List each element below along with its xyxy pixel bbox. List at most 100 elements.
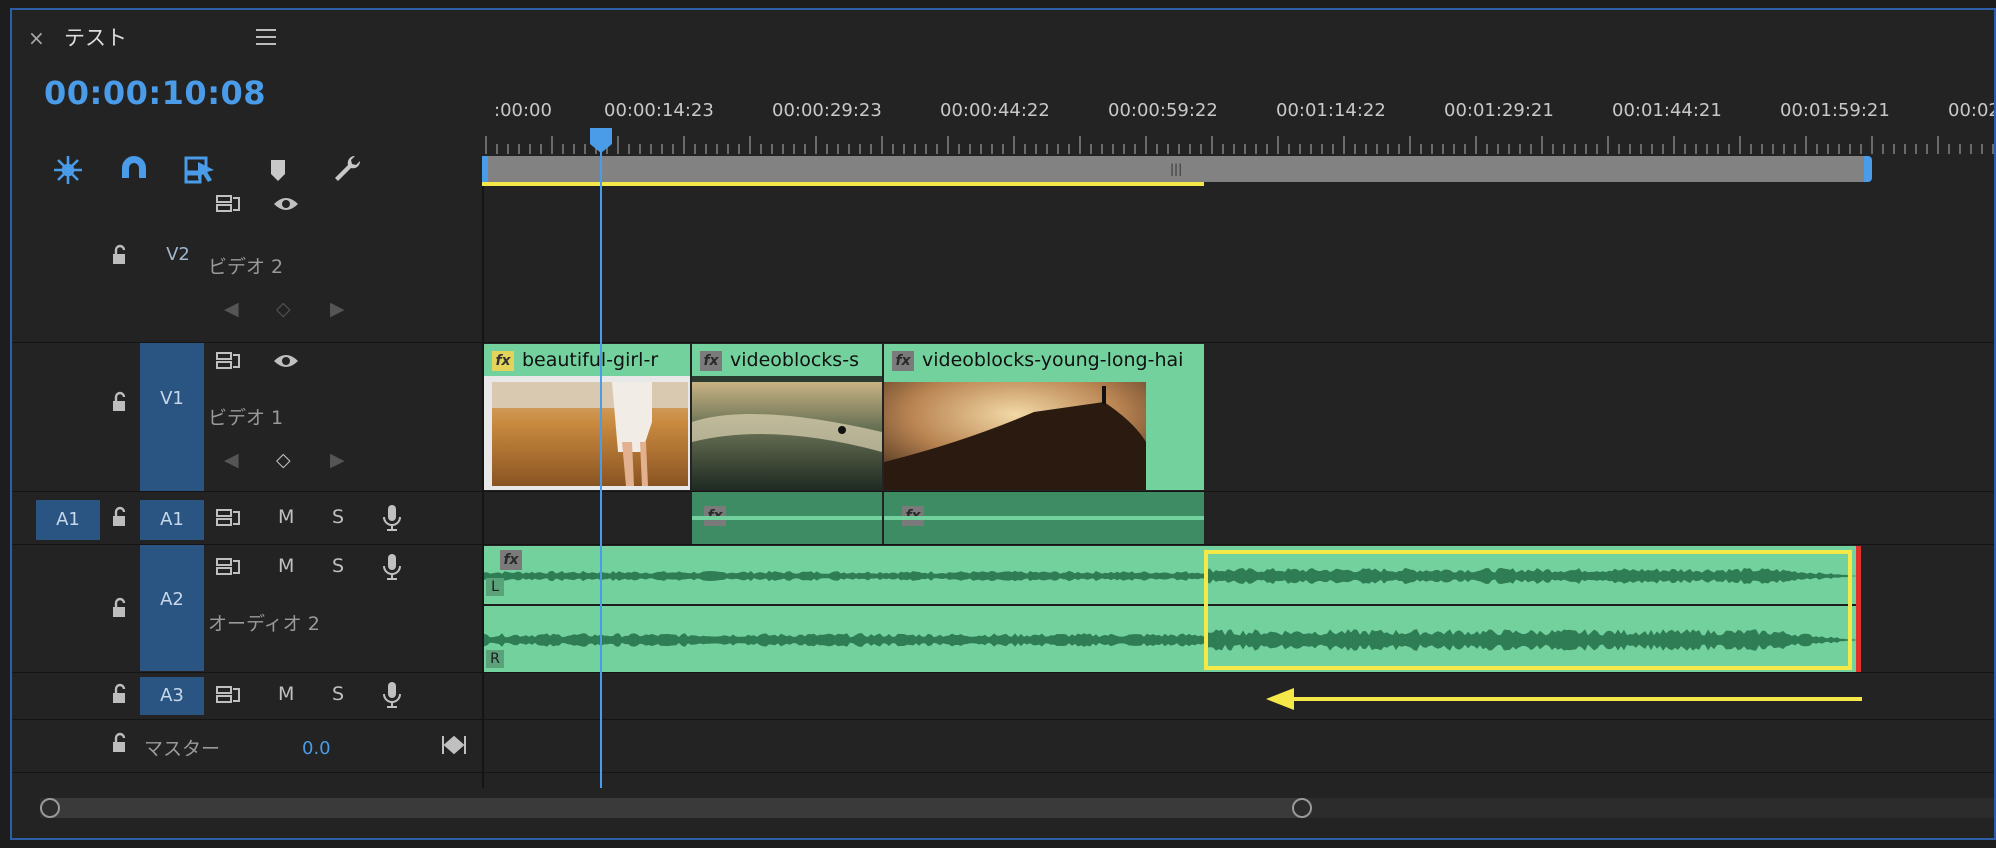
track-name-v2: ビデオ 2 — [208, 256, 284, 278]
lock-track-icon[interactable] — [108, 244, 130, 270]
audio-level-line — [692, 516, 882, 520]
solo-track-button[interactable]: S — [332, 506, 344, 528]
track-target-a1[interactable]: A1 — [140, 500, 204, 540]
ruler-tick-label: :00:00 — [494, 100, 552, 121]
add-marker-icon[interactable] — [260, 152, 296, 188]
clip-header: fx videoblocks-young-long-hai — [884, 344, 1204, 376]
rendered-range-bar — [482, 182, 1204, 186]
master-volume-value[interactable]: 0.0 — [302, 738, 331, 759]
go-to-in-out-icon[interactable] — [442, 734, 466, 760]
work-area-end-handle[interactable] — [1864, 156, 1872, 182]
fx-badge-icon: fx — [500, 550, 522, 570]
voice-over-record-mic-icon[interactable] — [382, 553, 402, 586]
zoom-scroll-thumb[interactable] — [40, 798, 1310, 818]
close-tab-button[interactable]: × — [28, 26, 45, 50]
mute-track-button[interactable]: M — [278, 683, 294, 705]
lock-track-icon[interactable] — [108, 391, 130, 417]
nest-sequence-icon[interactable] — [50, 152, 86, 188]
timeline-panel: × テスト 00:00:10:08 :00:00 00:00:14:23 00:… — [10, 8, 1996, 840]
track-header-a3: A3 M S — [12, 673, 482, 719]
clip-name: videoblocks-s — [730, 349, 859, 371]
track-name-a2: オーディオ 2 — [208, 613, 320, 635]
playhead-line[interactable] — [600, 150, 602, 788]
sync-lock-icon[interactable] — [216, 351, 242, 376]
ruler-ticks — [485, 136, 1994, 154]
linked-selection-icon[interactable] — [182, 152, 218, 188]
track-target-a3[interactable]: A3 — [140, 677, 204, 715]
prev-keyframe-icon[interactable]: ◀ — [224, 449, 239, 471]
fx-badge-icon: fx — [892, 350, 914, 371]
clip-header: fx beautiful-girl-r — [484, 344, 690, 376]
playhead-timecode[interactable]: 00:00:10:08 — [44, 74, 266, 112]
next-keyframe-icon[interactable]: ▶ — [330, 449, 345, 471]
ruler-tick-label: 00:00:14:23 — [604, 100, 714, 121]
fx-badge-icon: fx — [700, 350, 722, 371]
track-name-v1: ビデオ 1 — [208, 407, 284, 429]
timeline-settings-wrench-icon[interactable] — [330, 152, 366, 188]
audio-clip-a1-2[interactable]: fx — [884, 492, 1204, 544]
sync-lock-icon[interactable] — [216, 194, 242, 219]
video-clip-beautiful-girl[interactable]: fx beautiful-girl-r — [484, 344, 690, 490]
ruler-tick-label: 00:00:29:23 — [772, 100, 882, 121]
sync-lock-icon[interactable] — [216, 508, 242, 533]
track-header-a1: A1 A1 M S — [12, 492, 482, 544]
track-header-master: マスター 0.0 — [12, 720, 482, 772]
add-keyframe-icon[interactable]: ◇ — [276, 449, 291, 471]
clip-end-marker — [1856, 546, 1861, 672]
snap-magnet-icon[interactable] — [116, 152, 152, 188]
zoom-handle-left[interactable] — [40, 798, 60, 818]
left-arrow-annotation-icon — [1266, 688, 1862, 710]
channel-right-label: R — [486, 650, 504, 668]
video-clip-videoblocks-young[interactable]: fx videoblocks-young-long-hai — [884, 344, 1204, 490]
lock-track-icon[interactable] — [108, 597, 130, 623]
ruler-tick-label: 00:00:59:22 — [1108, 100, 1218, 121]
add-keyframe-icon[interactable]: ◇ — [276, 298, 291, 320]
ruler-tick-label: 00:02 — [1948, 100, 1996, 121]
sync-lock-icon[interactable] — [216, 685, 242, 710]
track-name-master: マスター — [144, 738, 221, 760]
source-patch-a1[interactable]: A1 — [36, 500, 100, 540]
sequence-tab-title[interactable]: テスト — [64, 22, 127, 52]
track-target-a2[interactable]: A2 — [140, 545, 204, 671]
clip-name: videoblocks-young-long-hai — [922, 349, 1184, 371]
clip-thumbnail — [884, 382, 1146, 490]
clip-thumbnail — [692, 382, 882, 490]
mute-track-button[interactable]: M — [278, 555, 294, 577]
track-header-v2: V2 ビデオ 2 ◀ ◇ ▶ — [12, 186, 482, 342]
video-clip-videoblocks-s[interactable]: fx videoblocks-s — [692, 344, 882, 490]
zoom-scroll-track[interactable] — [40, 798, 1994, 818]
prev-keyframe-icon[interactable]: ◀ — [224, 298, 239, 320]
track-target-v1[interactable]: V1 — [140, 343, 204, 491]
ruler-tick-label: 00:00:44:22 — [940, 100, 1050, 121]
lock-track-icon[interactable] — [108, 732, 130, 758]
sync-lock-icon[interactable] — [216, 557, 242, 582]
solo-track-button[interactable]: S — [332, 555, 344, 577]
voice-over-record-mic-icon[interactable] — [382, 504, 402, 537]
fx-badge-icon: fx — [492, 350, 514, 371]
track-target-v2[interactable]: V2 — [146, 244, 210, 270]
lock-track-icon[interactable] — [108, 506, 130, 532]
ruler-tick-label: 00:01:44:21 — [1612, 100, 1722, 121]
toggle-track-output-eye-icon[interactable] — [272, 194, 300, 219]
ruler-tick-label: 00:01:29:21 — [1444, 100, 1554, 121]
panel-menu-icon[interactable] — [256, 24, 276, 50]
time-ruler[interactable]: :00:00 00:00:14:23 00:00:29:23 00:00:44:… — [482, 10, 1996, 186]
audio-clip-a1-1[interactable]: fx — [692, 492, 882, 544]
track-header-a2: A2 M S オーディオ 2 — [12, 545, 482, 671]
zoom-handle-right[interactable] — [1292, 798, 1312, 818]
track-header-v1: V1 ビデオ 1 ◀ ◇ ▶ — [12, 343, 482, 491]
work-area-start-handle[interactable] — [482, 156, 488, 182]
clip-header: fx videoblocks-s — [692, 344, 882, 376]
track-separator — [12, 772, 1994, 773]
ruler-tick-label: 00:01:59:21 — [1780, 100, 1890, 121]
next-keyframe-icon[interactable]: ▶ — [330, 298, 345, 320]
voice-over-record-mic-icon[interactable] — [382, 681, 402, 714]
toggle-track-output-eye-icon[interactable] — [272, 351, 300, 376]
ruler-tick-label: 00:01:14:22 — [1276, 100, 1386, 121]
clip-name: beautiful-girl-r — [522, 349, 659, 371]
solo-track-button[interactable]: S — [332, 683, 344, 705]
mute-track-button[interactable]: M — [278, 506, 294, 528]
audio-level-line — [884, 516, 1204, 520]
lock-track-icon[interactable] — [108, 683, 130, 709]
work-area-grip-icon: ||| — [1170, 162, 1183, 176]
